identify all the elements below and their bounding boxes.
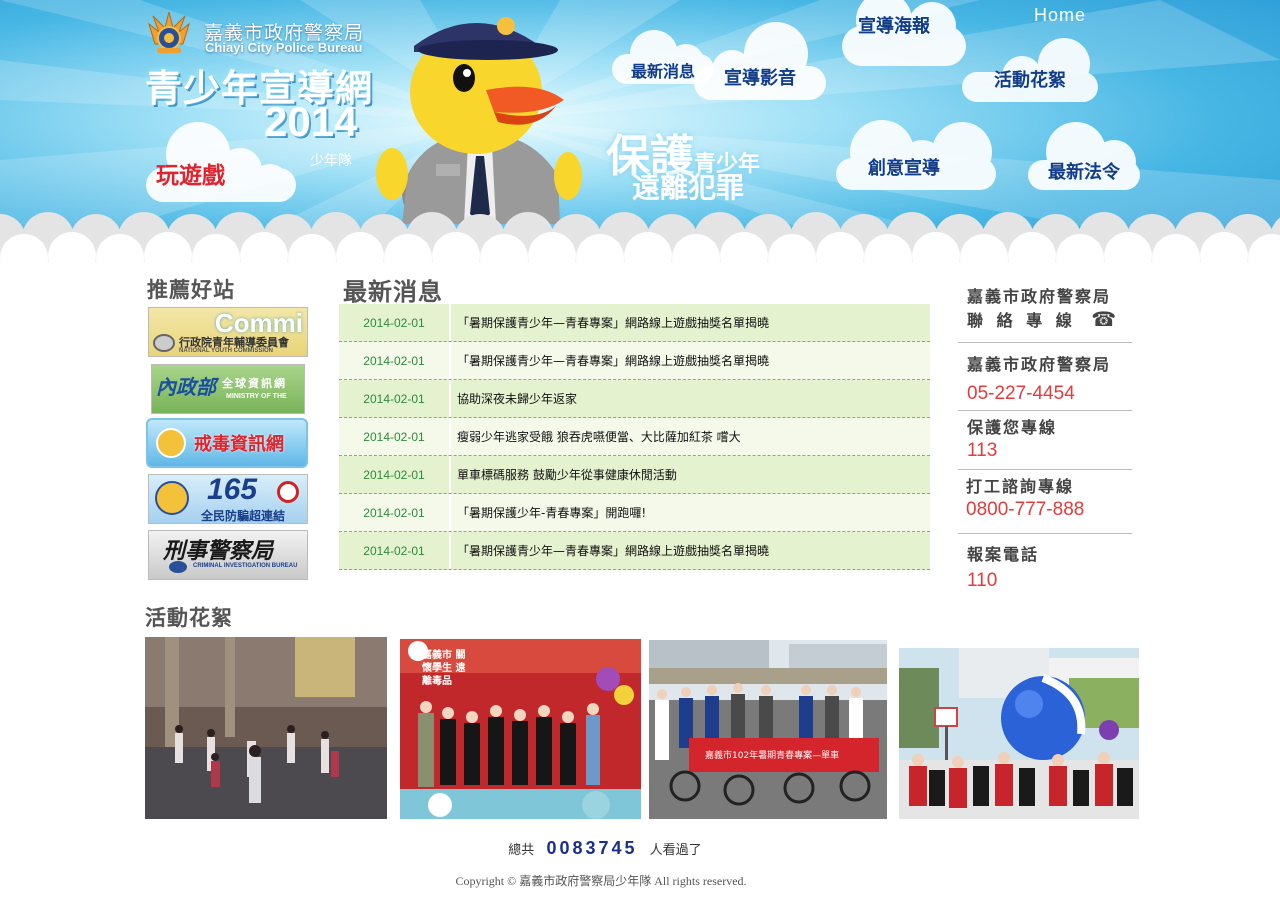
news-date: 2014-02-01	[339, 494, 451, 531]
gallery-photo-stage[interactable]: 嘉義市 關懷學生 遠離毒品	[400, 639, 641, 819]
police-emblem-icon	[155, 481, 189, 515]
news-title-link[interactable]: 「暑期保護青少年—青春專案」網路線上遊戲抽獎名單揭曉	[451, 304, 930, 341]
nav-play-game[interactable]: 玩遊戲	[142, 118, 300, 208]
contact-work-consult-line: 打工諮詢專線 0800-777-888	[966, 477, 1085, 520]
divider	[958, 533, 1132, 534]
photo-banner-text: 嘉義市102年暑期青春專案—單車	[705, 751, 840, 761]
gallery-title: 活動花絮	[145, 606, 233, 630]
contact-header: 嘉義市政府警察局 聯 絡 專 線 ☎	[967, 287, 1121, 331]
news-row[interactable]: 2014-02-01 瘦弱少年逃家受餓 狼吞虎嚥便當、大比薩加紅茶 嚐大	[339, 418, 930, 456]
gallery-photo-dance[interactable]	[145, 637, 387, 819]
org-name-english: Chiayi City Police Bureau	[205, 40, 363, 55]
news-date: 2014-02-01	[339, 342, 451, 379]
nav-creative[interactable]: 創意宣導	[834, 118, 998, 192]
news-title-link[interactable]: 「暑期保護青少年—青春專案」網路線上遊戲抽獎名單揭曉	[451, 532, 930, 569]
cib-emblem-icon	[169, 561, 187, 573]
divider	[958, 342, 1132, 343]
cloud-shape	[694, 22, 826, 100]
news-date: 2014-02-01	[339, 456, 451, 493]
link-ministry-interior[interactable]: 內政部 全球資訊網 MINISTRY OF THE	[151, 364, 305, 414]
nav-gallery[interactable]: 活動花絮	[960, 36, 1100, 104]
visitor-count: 0083745	[546, 838, 638, 858]
recommended-sites-title: 推薦好站	[147, 278, 235, 302]
gallery-photo-ball-game[interactable]	[899, 648, 1139, 819]
nav-media[interactable]: 宣導影音	[692, 20, 828, 104]
no-fraud-icon	[277, 481, 299, 503]
news-title-link[interactable]: 協助深夜未歸少年返家	[451, 380, 930, 417]
police-duck-mascot	[376, 17, 582, 224]
divider	[958, 469, 1132, 470]
site-header: 嘉義市政府警察局 Chiayi City Police Bureau 青少年宣導…	[0, 0, 1280, 262]
news-row[interactable]: 2014-02-01 「暑期保護青少年—青春專案」網路線上遊戲抽獎名單揭曉	[339, 532, 930, 570]
link-youth-commission[interactable]: Commi 行政院青年輔導委員會 NATIONAL YOUTH COMMISSI…	[148, 307, 308, 357]
contact-protection-line: 保護您專線 113	[967, 418, 1058, 461]
contact-report-line: 報案電話 110	[967, 545, 1040, 591]
gallery-photo-cycling[interactable]: 嘉義市102年暑期青春專案—單車	[649, 640, 887, 819]
divider	[958, 410, 1132, 411]
news-title-link[interactable]: 瘦弱少年逃家受餓 狼吞虎嚥便當、大比薩加紅茶 嚐大	[451, 418, 930, 455]
news-date: 2014-02-01	[339, 304, 451, 341]
copyright-text: Copyright © 嘉義市政府警察局少年隊 All rights reser…	[455, 874, 747, 888]
news-date: 2014-02-01	[339, 532, 451, 569]
news-list: 2014-02-01 「暑期保護青少年—青春專案」網路線上遊戲抽獎名單揭曉 20…	[339, 304, 930, 570]
news-row[interactable]: 2014-02-01 「暑期保護青少年—青春專案」網路線上遊戲抽獎名單揭曉	[339, 304, 930, 342]
photo-banner-text: 嘉義市 關懷學生 遠離毒品	[422, 650, 466, 687]
youth-commission-logo-icon	[153, 334, 175, 352]
latest-news-title: 最新消息	[343, 278, 443, 306]
photo-image	[649, 640, 887, 819]
nav-poster[interactable]: 宣導海報	[840, 0, 968, 72]
home-link[interactable]: Home	[1034, 5, 1086, 26]
photo-image	[145, 637, 387, 819]
news-title-link[interactable]: 「暑期保護青少年—青春專案」網路線上遊戲抽獎名單揭曉	[451, 342, 930, 379]
news-row[interactable]: 2014-02-01 「暑期保護少年-青春專案」開跑囉!	[339, 494, 930, 532]
news-date: 2014-02-01	[339, 380, 451, 417]
news-title-link[interactable]: 「暑期保護少年-青春專案」開跑囉!	[451, 494, 930, 531]
police-emblem-icon	[156, 428, 186, 458]
link-anti-drug[interactable]: 戒毒資訊網	[146, 418, 308, 468]
news-row[interactable]: 2014-02-01 協助深夜未歸少年返家	[339, 380, 930, 418]
contact-police-bureau: 嘉義市政府警察局 05-227-4454	[967, 355, 1112, 404]
nav-laws[interactable]: 最新法令	[1026, 120, 1142, 192]
news-date: 2014-02-01	[339, 418, 451, 455]
news-title-link[interactable]: 單車標碼服務 鼓勵少年從事健康休閒活動	[451, 456, 930, 493]
link-criminal-investigation[interactable]: 刑事警察局 CRIMINAL INVESTIGATION BUREAU	[148, 530, 308, 580]
link-165-anti-fraud[interactable]: 165 全民防騙超連結	[148, 474, 308, 524]
news-row[interactable]: 2014-02-01 單車標碼服務 鼓勵少年從事健康休閒活動	[339, 456, 930, 494]
telephone-icon: ☎	[1091, 307, 1121, 331]
photo-image	[899, 648, 1139, 819]
site-team: 少年隊	[310, 153, 352, 169]
police-badge-logo	[148, 11, 190, 53]
news-row[interactable]: 2014-02-01 「暑期保護青少年—青春專案」網路線上遊戲抽獎名單揭曉	[339, 342, 930, 380]
cloud-divider	[0, 212, 1280, 262]
visitor-counter: 總共 0083745 人看過了	[508, 838, 702, 858]
